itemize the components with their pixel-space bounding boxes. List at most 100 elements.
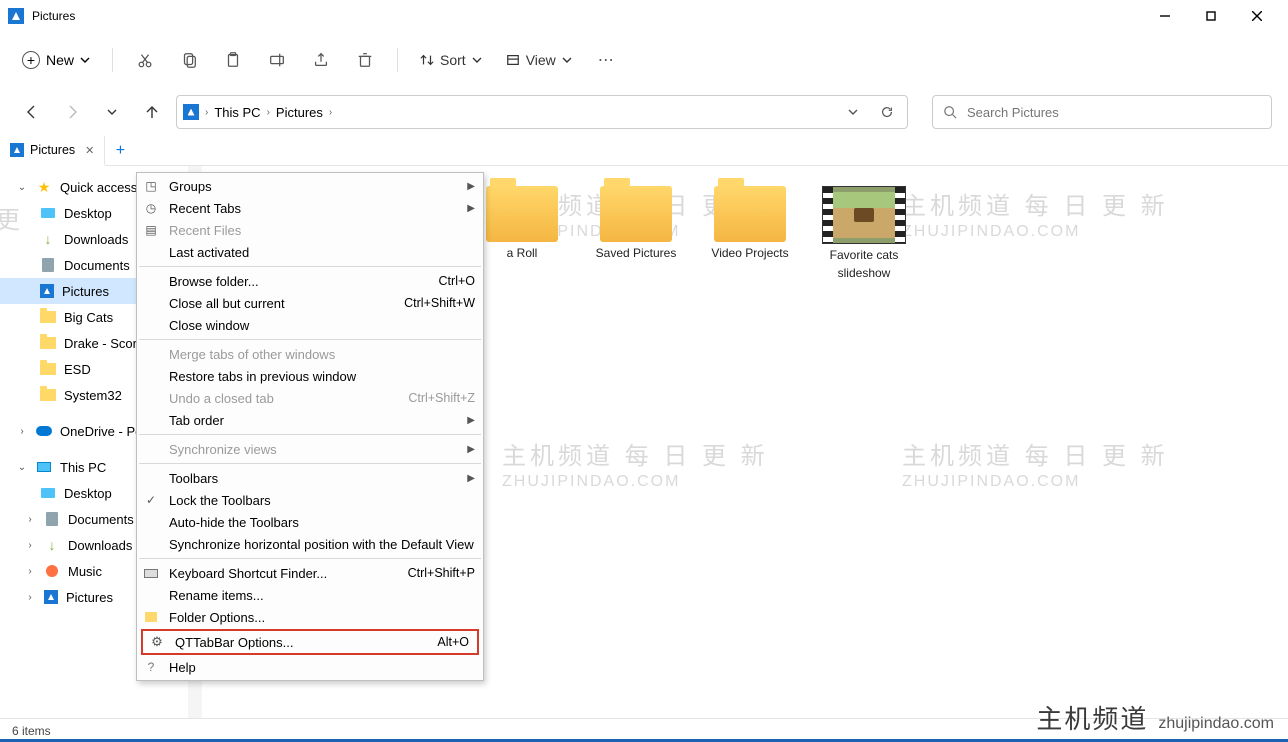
plus-icon: + xyxy=(22,51,40,69)
pictures-icon xyxy=(40,284,54,298)
documents-icon xyxy=(44,511,60,527)
menu-toolbars[interactable]: Toolbars▶ xyxy=(137,467,483,489)
tab-pictures[interactable]: Pictures ✕ xyxy=(0,136,105,166)
folder-icon xyxy=(141,612,161,622)
menu-help[interactable]: Help xyxy=(137,656,483,678)
submenu-arrow-icon: ▶ xyxy=(467,473,475,484)
tab-strip: Pictures ✕ + xyxy=(0,136,1288,166)
chevron-right-icon: › xyxy=(205,107,208,118)
downloads-icon: ↓ xyxy=(40,231,56,247)
pc-icon xyxy=(36,459,52,475)
delete-button[interactable] xyxy=(345,42,385,78)
menu-recent-tabs[interactable]: ◷Recent Tabs▶ xyxy=(137,197,483,219)
star-icon: ★ xyxy=(36,179,52,195)
sort-label: Sort xyxy=(440,52,466,68)
folder-icon xyxy=(40,387,56,403)
downloads-icon: ↓ xyxy=(44,537,60,553)
breadcrumb-current[interactable]: Pictures xyxy=(276,105,323,120)
copy-button[interactable] xyxy=(169,42,209,78)
refresh-button[interactable] xyxy=(873,105,901,119)
address-dropdown[interactable] xyxy=(839,109,867,115)
menu-separator xyxy=(139,463,481,464)
share-button[interactable] xyxy=(301,42,341,78)
gear-icon xyxy=(147,634,167,650)
more-button[interactable]: ⋯ xyxy=(586,42,626,78)
label: Drake - Scorp xyxy=(64,336,144,351)
label: Downloads xyxy=(64,232,128,247)
expand-icon[interactable]: › xyxy=(24,514,36,525)
menu-close-all-but-current[interactable]: Close all but currentCtrl+Shift+W xyxy=(137,292,483,314)
menu-rename-items[interactable]: Rename items... xyxy=(137,584,483,606)
sort-button[interactable]: Sort xyxy=(410,46,492,74)
menu-recent-files: ▤Recent Files xyxy=(137,219,483,241)
branding: 主机频道 zhujipindao.com xyxy=(1036,699,1274,736)
menu-folder-options[interactable]: Folder Options... xyxy=(137,606,483,628)
pictures-icon xyxy=(10,143,24,157)
item-label: Favorite cats xyxy=(830,248,899,262)
minimize-button[interactable] xyxy=(1142,0,1188,32)
file-favorite-cats-slideshow[interactable]: Favorite cats slideshow xyxy=(816,186,912,280)
menu-separator xyxy=(139,558,481,559)
item-label: Saved Pictures xyxy=(596,246,677,260)
item-label-2: slideshow xyxy=(838,266,891,280)
expand-icon[interactable]: › xyxy=(16,426,28,437)
search-input[interactable] xyxy=(965,104,1261,121)
menu-restore-tabs[interactable]: Restore tabs in previous window xyxy=(137,365,483,387)
folder-camera-roll[interactable]: a Roll xyxy=(474,186,570,280)
pictures-app-icon xyxy=(8,8,24,24)
groups-icon: ◳ xyxy=(141,179,161,193)
pictures-icon xyxy=(183,104,199,120)
search-box[interactable] xyxy=(932,95,1272,129)
expand-icon[interactable]: › xyxy=(24,566,36,577)
folder-video-projects[interactable]: Video Projects xyxy=(702,186,798,280)
folder-icon xyxy=(40,309,56,325)
titlebar: Pictures xyxy=(0,0,1288,32)
expand-icon[interactable]: › xyxy=(24,540,36,551)
menu-last-activated[interactable]: Last activated xyxy=(137,241,483,263)
view-button[interactable]: View xyxy=(496,46,582,74)
menu-close-window[interactable]: Close window xyxy=(137,314,483,336)
label: Desktop xyxy=(64,206,112,221)
tab-add-button[interactable]: + xyxy=(105,136,135,165)
menu-browse-folder[interactable]: Browse folder...Ctrl+O xyxy=(137,270,483,292)
collapse-icon[interactable]: ⌄ xyxy=(16,462,28,473)
check-icon xyxy=(141,493,161,507)
maximize-button[interactable] xyxy=(1188,0,1234,32)
menu-keyboard-shortcut-finder[interactable]: Keyboard Shortcut Finder...Ctrl+Shift+P xyxy=(137,562,483,584)
forward-button[interactable] xyxy=(56,96,88,128)
menu-sync-horizontal[interactable]: Synchronize horizontal position with the… xyxy=(137,533,483,555)
menu-groups[interactable]: ◳Groups▶ xyxy=(137,175,483,197)
collapse-icon[interactable]: ⌄ xyxy=(16,182,28,193)
label: Quick access xyxy=(60,180,137,195)
label: Music xyxy=(68,564,102,579)
view-label: View xyxy=(526,52,556,68)
address-bar[interactable]: › This PC › Pictures › xyxy=(176,95,908,129)
item-label: a Roll xyxy=(507,246,538,260)
cut-button[interactable] xyxy=(125,42,165,78)
submenu-arrow-icon: ▶ xyxy=(467,415,475,426)
folder-saved-pictures[interactable]: Saved Pictures xyxy=(588,186,684,280)
expand-icon[interactable]: › xyxy=(24,592,36,603)
toolbar: + New Sort View ⋯ xyxy=(0,32,1288,88)
up-button[interactable] xyxy=(136,96,168,128)
close-button[interactable] xyxy=(1234,0,1280,32)
folder-icon xyxy=(486,186,558,242)
recent-button[interactable] xyxy=(96,96,128,128)
breadcrumb-root[interactable]: This PC xyxy=(214,105,260,120)
back-button[interactable] xyxy=(16,96,48,128)
menu-autohide-toolbars[interactable]: Auto-hide the Toolbars xyxy=(137,511,483,533)
menu-lock-toolbars[interactable]: Lock the Toolbars xyxy=(137,489,483,511)
label: Downloads xyxy=(68,538,132,553)
file-icon: ▤ xyxy=(141,223,161,237)
menu-qttabbar-options[interactable]: QTTabBar Options...Alt+O xyxy=(143,631,477,653)
tab-close-icon[interactable]: ✕ xyxy=(85,144,94,157)
new-button[interactable]: + New xyxy=(12,45,100,75)
label: Documents xyxy=(64,258,130,273)
clock-icon: ◷ xyxy=(141,201,161,215)
menu-tab-order[interactable]: Tab order▶ xyxy=(137,409,483,431)
item-count: 6 items xyxy=(12,724,51,738)
label: Big Cats xyxy=(64,310,113,325)
paste-button[interactable] xyxy=(213,42,253,78)
desktop-icon xyxy=(40,205,56,221)
rename-button[interactable] xyxy=(257,42,297,78)
